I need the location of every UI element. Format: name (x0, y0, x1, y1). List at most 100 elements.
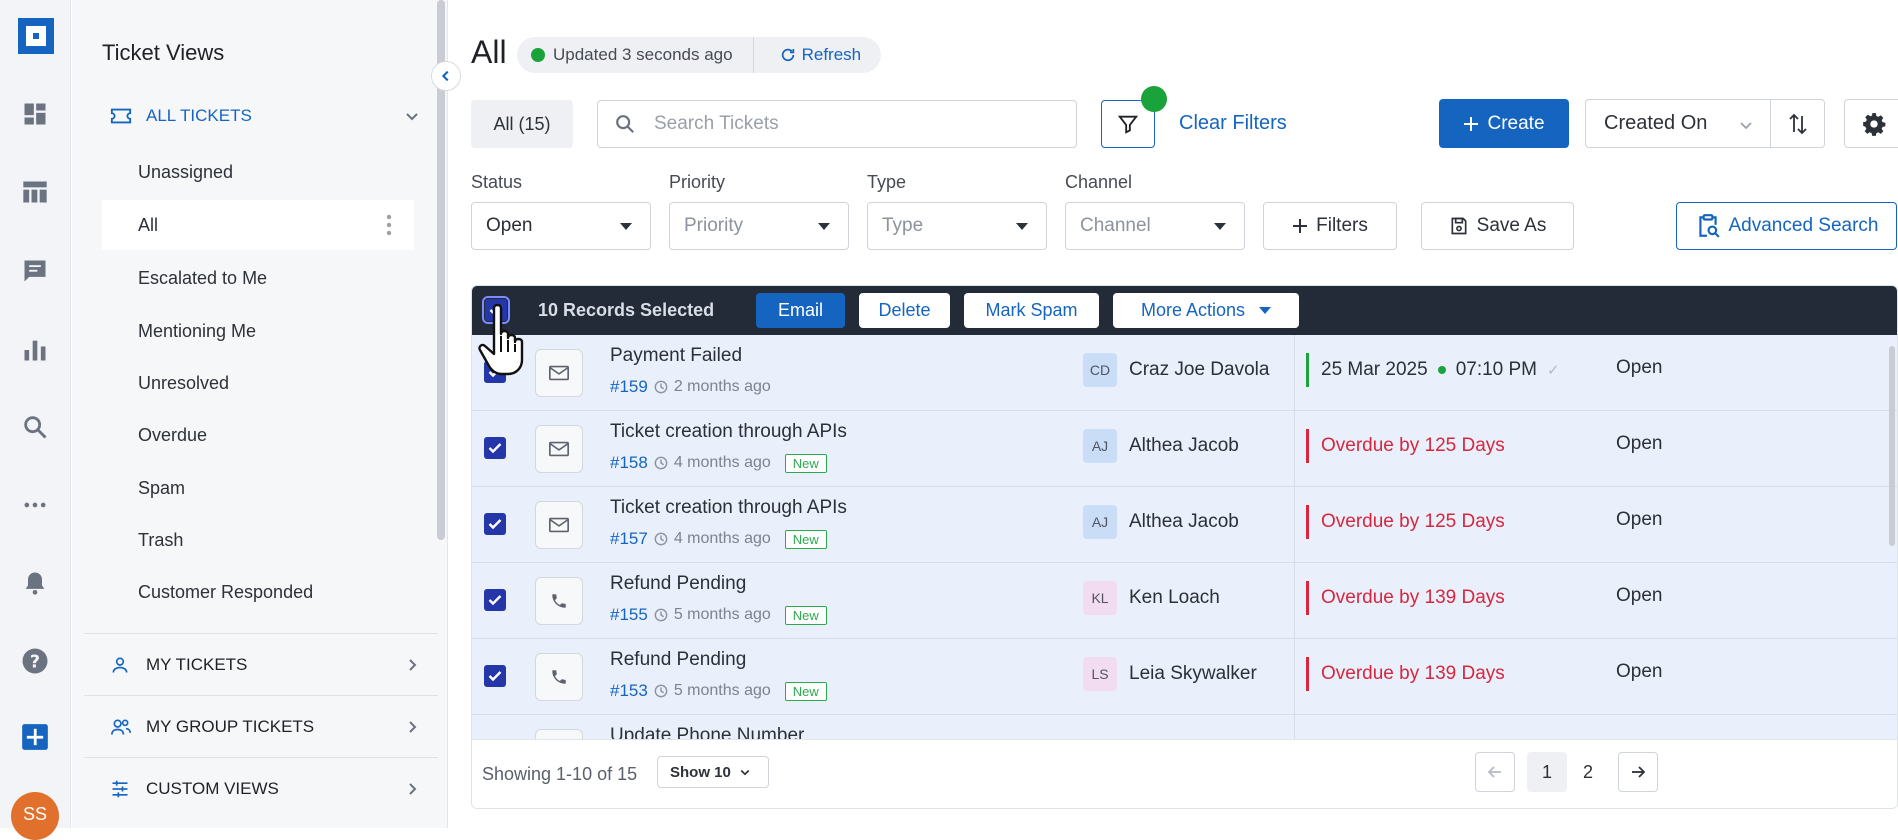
more-actions-button[interactable]: More Actions (1113, 293, 1299, 328)
bell-icon[interactable] (20, 568, 50, 598)
tab-all[interactable]: All (15) (471, 100, 573, 148)
clear-filters-link[interactable]: Clear Filters (1179, 112, 1287, 135)
page-button-2[interactable]: 2 (1568, 752, 1608, 792)
prev-page-button[interactable] (1475, 752, 1515, 792)
status-filter-select[interactable]: Open (471, 202, 651, 250)
ticket-meta: #159 2 months ago (610, 377, 771, 397)
ticket-id[interactable]: #153 (610, 681, 648, 701)
section-my-group-tickets[interactable]: MY GROUP TICKETS (102, 707, 432, 747)
row-checkbox[interactable] (484, 589, 506, 611)
avatar[interactable]: SS (11, 792, 59, 840)
settings-button[interactable] (1844, 99, 1898, 148)
new-badge: New (784, 605, 827, 625)
assignee: KL Ken Loach (1083, 581, 1220, 615)
ticket-subject[interactable]: Payment Failed (610, 345, 742, 367)
row-checkbox[interactable] (484, 437, 506, 459)
ticket-id[interactable]: #159 (610, 377, 648, 397)
ticket-age: 2 months ago (673, 378, 771, 395)
next-page-button[interactable] (1618, 752, 1658, 792)
divider (84, 633, 438, 634)
table-row[interactable]: Refund Pending #153 5 months ago New LS … (472, 639, 1897, 715)
search-icon[interactable] (20, 412, 50, 442)
view-item-unresolved[interactable]: Unresolved (102, 358, 414, 408)
table-row[interactable]: Ticket creation through APIs #158 4 mont… (472, 411, 1897, 487)
search-input[interactable] (654, 113, 1034, 135)
due-date: 25 Mar 2025 07:10 PM ✓ (1306, 353, 1560, 387)
refresh-button[interactable]: Refresh (754, 45, 882, 65)
row-checkbox[interactable] (484, 513, 506, 535)
ticket-status[interactable]: Open (1616, 357, 1662, 379)
add-filters-button[interactable]: Filters (1263, 202, 1397, 250)
channel-icon (535, 729, 583, 739)
table-row[interactable]: Refund Pending #155 5 months ago New KL … (472, 563, 1897, 639)
view-item-escalated[interactable]: Escalated to Me (102, 253, 414, 303)
collapse-panel-button[interactable] (431, 61, 461, 91)
chat-icon[interactable] (20, 256, 50, 286)
sort-direction-button[interactable] (1771, 99, 1825, 148)
ticket-subject[interactable]: Ticket creation through APIs (610, 497, 847, 519)
page-size-select[interactable]: Show 10 (657, 756, 769, 788)
view-item-customer-responded[interactable]: Customer Responded (102, 567, 414, 617)
section-my-tickets[interactable]: MY TICKETS (102, 645, 432, 685)
table-scrollbar[interactable] (1889, 346, 1895, 546)
reports-icon[interactable] (20, 335, 50, 365)
sort-field-select[interactable]: Created On (1585, 99, 1771, 148)
ticket-subject[interactable]: Refund Pending (610, 649, 746, 671)
dashboard-icon[interactable] (20, 99, 50, 129)
table-icon[interactable] (20, 177, 50, 207)
save-as-button[interactable]: Save As (1421, 202, 1574, 250)
table-row[interactable]: Ticket creation through APIs #157 4 mont… (472, 487, 1897, 563)
ticket-subject[interactable]: Refund Pending (610, 573, 746, 595)
ticket-status[interactable]: Open (1616, 509, 1662, 531)
more-icon[interactable] (20, 490, 50, 520)
app-logo[interactable] (18, 18, 54, 54)
ticket-status[interactable]: Open (1616, 585, 1662, 607)
ticket-id[interactable]: #155 (610, 605, 648, 625)
advanced-search-label: Advanced Search (1728, 215, 1879, 236)
delete-button[interactable]: Delete (859, 293, 950, 328)
view-item-trash[interactable]: Trash (102, 515, 414, 565)
section-all-tickets[interactable]: ALL TICKETS (102, 96, 432, 136)
channel-filter-select[interactable]: Channel (1065, 202, 1245, 250)
table-row[interactable]: Payment Failed #159 2 months ago CD Craz… (472, 335, 1897, 411)
sort-icon (1788, 113, 1807, 134)
phone-icon (535, 577, 583, 625)
search-box[interactable] (597, 100, 1077, 148)
view-item-mentioning[interactable]: Mentioning Me (102, 306, 414, 356)
hand-cursor-icon (478, 303, 524, 376)
row-checkbox[interactable] (484, 665, 506, 687)
table-row[interactable]: Update Phone Number (472, 715, 1897, 739)
kebab-menu-icon[interactable] (386, 214, 392, 241)
type-filter-select[interactable]: Type (867, 202, 1047, 250)
ticket-subject[interactable]: Update Phone Number (610, 725, 804, 739)
ticket-age: 5 months ago (673, 606, 771, 623)
chevron-down-icon (1738, 116, 1754, 139)
search-icon (614, 113, 636, 135)
ticket-status[interactable]: Open (1616, 433, 1662, 455)
mark-spam-button[interactable]: Mark Spam (964, 293, 1099, 328)
view-item-all[interactable]: All (102, 200, 414, 250)
priority-filter-select[interactable]: Priority (669, 202, 849, 250)
view-item-unassigned[interactable]: Unassigned (102, 147, 414, 197)
view-item-spam[interactable]: Spam (102, 463, 414, 513)
clock-icon (654, 456, 668, 470)
panel-title: Ticket Views (102, 40, 225, 65)
assignee: LS Leia Skywalker (1083, 657, 1257, 691)
bulk-actions-bar: 10 Records Selected Email Delete Mark Sp… (472, 286, 1897, 335)
ticket-id[interactable]: #158 (610, 453, 648, 473)
assignee-initials: KL (1083, 581, 1117, 615)
page-button-1[interactable]: 1 (1527, 752, 1567, 792)
add-icon[interactable] (20, 722, 50, 752)
view-item-overdue[interactable]: Overdue (102, 410, 414, 460)
ticket-status[interactable]: Open (1616, 661, 1662, 683)
active-filter-dot (1141, 86, 1167, 112)
help-icon[interactable]: ? (20, 646, 50, 676)
priority-filter-label: Priority (669, 172, 726, 192)
ticket-id[interactable]: #157 (610, 529, 648, 549)
ticket-subject[interactable]: Ticket creation through APIs (610, 421, 847, 443)
advanced-search-button[interactable]: Advanced Search (1676, 202, 1897, 250)
create-button[interactable]: Create (1439, 99, 1569, 148)
section-custom-views[interactable]: CUSTOM VIEWS (102, 769, 432, 809)
email-button[interactable]: Email (756, 293, 845, 328)
plus-icon (1464, 116, 1479, 131)
